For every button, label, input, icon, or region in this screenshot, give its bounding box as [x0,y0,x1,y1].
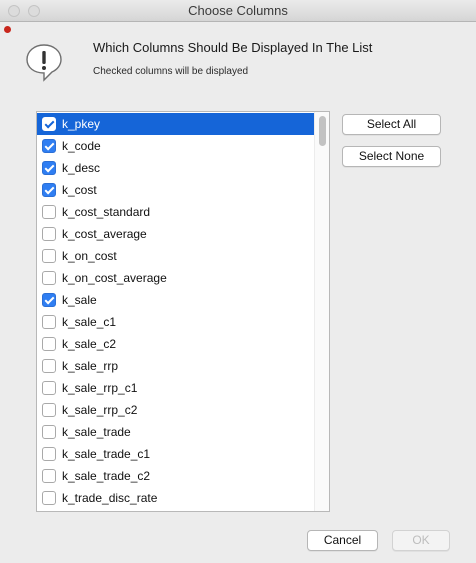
column-label: k_sale_trade [62,425,131,439]
column-label: k_sale_c1 [62,315,117,329]
list-item[interactable]: k_sale_trade [37,421,315,443]
column-checkbox[interactable] [42,447,56,461]
column-checkbox[interactable] [42,425,56,439]
column-checkbox[interactable] [42,205,56,219]
column-checkbox[interactable] [42,271,56,285]
dialog-heading: Which Columns Should Be Displayed In The… [93,40,373,55]
scrollbar-thumb[interactable] [319,116,326,146]
dialog-subheading: Checked columns will be displayed [93,66,249,77]
column-label: k_cost_standard [62,205,151,219]
list-item[interactable]: k_sale_trade_c1 [37,443,315,465]
select-none-button[interactable]: Select None [342,146,441,167]
list-item[interactable]: k_sale_c1 [37,311,315,333]
column-label: k_sale_rrp [62,359,119,373]
list-item[interactable]: k_pkey [37,113,315,135]
list-item[interactable]: k_sale_rrp [37,355,315,377]
list-item[interactable]: k_sale_trade_c2 [37,465,315,487]
column-label: k_sale_trade_c2 [62,469,151,483]
column-label: k_sale_trade_c1 [62,447,151,461]
column-checkbox[interactable] [42,117,56,131]
list-item[interactable]: k_cost [37,179,315,201]
list-item[interactable]: k_cost_average [37,223,315,245]
list-scrollbar[interactable] [314,112,329,511]
alert-icon [26,44,62,82]
list-item[interactable]: k_desc [37,157,315,179]
column-checkbox[interactable] [42,337,56,351]
red-dot-icon [4,26,11,33]
column-checkbox[interactable] [42,227,56,241]
column-checkbox[interactable] [42,491,56,505]
column-checkbox[interactable] [42,139,56,153]
column-label: k_cost_average [62,227,147,241]
column-checkbox[interactable] [42,293,56,307]
list-item[interactable]: k_cost_standard [37,201,315,223]
window-title: Choose Columns [188,3,288,18]
column-label: k_on_cost_average [62,271,167,285]
column-label: k_sale_rrp_c2 [62,403,138,417]
column-label: k_cost [62,183,97,197]
column-label: k_desc [62,161,101,175]
column-checkbox[interactable] [42,403,56,417]
column-checkbox[interactable] [42,359,56,373]
column-label: k_code [62,139,101,153]
list-item[interactable]: k_on_cost_average [37,267,315,289]
select-all-button[interactable]: Select All [342,114,441,135]
column-label: k_pkey [62,117,101,131]
column-checkbox[interactable] [42,161,56,175]
list-item[interactable]: k_trade_disc_rate [37,487,315,509]
title-bar: Choose Columns [0,0,476,22]
column-checkbox[interactable] [42,469,56,483]
column-label: k_sale_c2 [62,337,117,351]
list-item[interactable]: k_code [37,135,315,157]
column-label: k_sale [62,293,97,307]
list-item[interactable]: k_sale_rrp_c2 [37,399,315,421]
list-item[interactable]: k_sale_c2 [37,333,315,355]
list-item[interactable]: k_sale_rrp_c1 [37,377,315,399]
column-checkbox[interactable] [42,249,56,263]
column-checkbox[interactable] [42,183,56,197]
list-item[interactable]: k_on_cost [37,245,315,267]
column-label: k_on_cost [62,249,117,263]
column-checkbox[interactable] [42,381,56,395]
cancel-button[interactable]: Cancel [307,530,378,551]
column-checkbox[interactable] [42,315,56,329]
ok-button[interactable]: OK [392,530,450,551]
column-label: k_sale_rrp_c1 [62,381,138,395]
column-label: k_trade_disc_rate [62,491,158,505]
list-item[interactable]: k_sale [37,289,315,311]
columns-list[interactable]: k_pkey k_code k_desc k_cost k_cost_standardk… [36,111,330,512]
